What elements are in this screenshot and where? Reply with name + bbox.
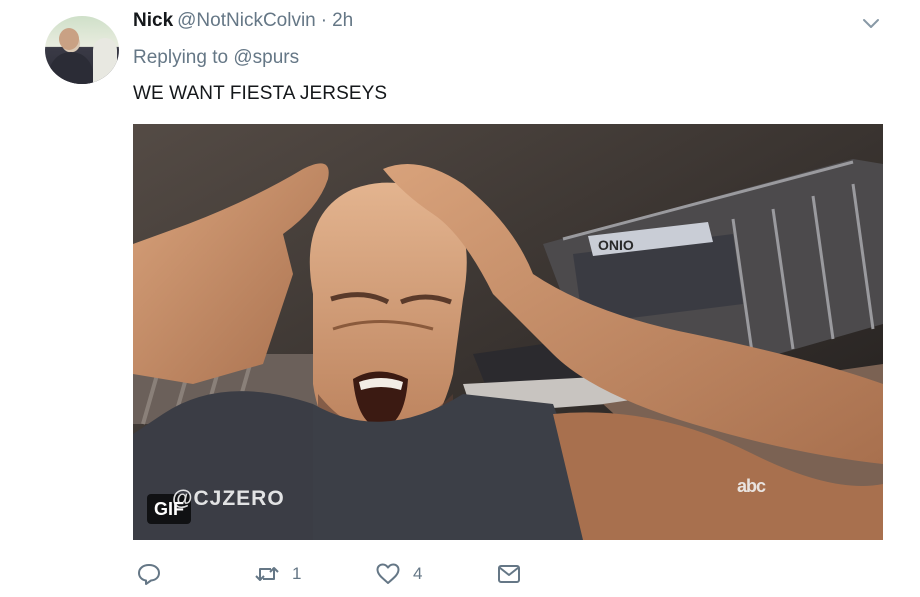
reply-button[interactable] (136, 560, 162, 588)
tweet-text: WE WANT FIESTA JERSEYS (133, 83, 388, 104)
direct-message-button[interactable] (496, 560, 522, 588)
avatar-background-person (93, 38, 117, 84)
like-button[interactable]: 4 (375, 560, 422, 588)
timestamp[interactable]: 2h (332, 10, 353, 32)
reply-context: Replying to @spurs (133, 47, 299, 69)
avatar[interactable] (45, 16, 119, 84)
author-name[interactable]: Nick (133, 10, 173, 32)
retweet-icon (255, 567, 279, 581)
tweet-header: Nick @NotNickColvin · 2h (133, 10, 353, 34)
network-logo: abc (737, 476, 766, 496)
chevron-down-icon[interactable] (860, 12, 882, 34)
retweet-button[interactable]: 1 (254, 560, 301, 588)
retweet-count: 1 (292, 564, 302, 583)
separator-dot: · (320, 10, 328, 31)
tweet-actions: 1 4 (0, 560, 920, 590)
like-count: 4 (413, 564, 423, 583)
gif-frame-illustration: ONIO (133, 124, 883, 540)
reply-mention-link[interactable]: @spurs (233, 47, 299, 68)
reply-icon (138, 564, 160, 585)
reply-prefix: Replying to (133, 47, 229, 68)
avatar-face (59, 28, 79, 50)
arena-sign-text: ONIO (598, 237, 634, 253)
gif-media[interactable]: ONIO (133, 124, 883, 540)
heart-icon (376, 563, 400, 584)
envelope-icon (498, 565, 520, 583)
author-handle[interactable]: @NotNickColvin (177, 10, 316, 32)
avatar-shirt (49, 52, 93, 84)
gif-watermark: @CJZERO (172, 487, 285, 510)
